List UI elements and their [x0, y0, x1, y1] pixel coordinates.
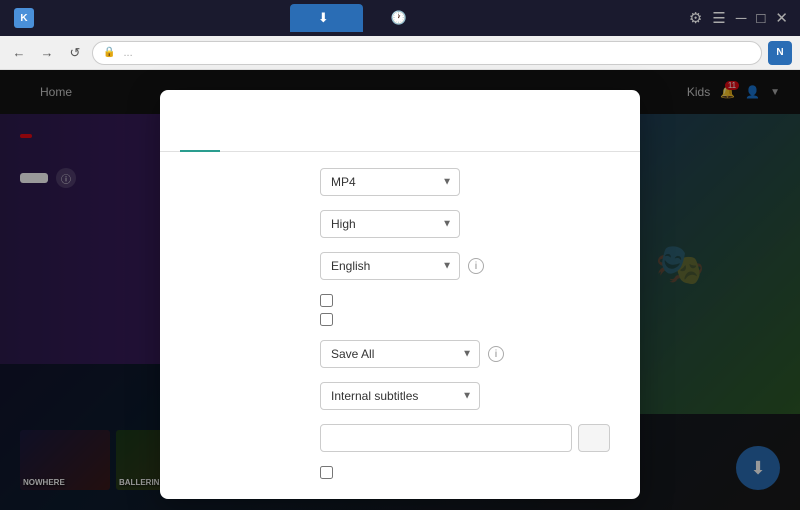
save-ad-row — [320, 294, 610, 307]
video-quality-row: High Medium Low ▼ — [190, 210, 610, 238]
forward-button[interactable]: → — [36, 42, 58, 64]
video-quality-select-wrapper: High Medium Low ▼ — [320, 210, 460, 238]
browse-folder-button[interactable] — [578, 424, 610, 452]
save-51-row — [320, 313, 610, 326]
netflix-extension-icon[interactable]: N — [768, 41, 792, 65]
output-path-display — [320, 424, 572, 452]
subtitle-language-select-wrapper: Save All English None ▼ — [320, 340, 480, 368]
save-subtitle-select[interactable]: Internal subtitles External subtitles No… — [320, 382, 480, 410]
titlebar-tab-library[interactable]: 🕐 — [363, 4, 441, 32]
video-quality-control: High Medium Low ▼ — [320, 210, 610, 238]
download-tab-icon: ⬇ — [318, 10, 329, 26]
audio-options-group — [190, 294, 610, 326]
audio-language-select[interactable]: English French Spanish — [320, 252, 460, 280]
output-folder-control — [320, 424, 610, 452]
tab-download-settings[interactable] — [180, 134, 220, 152]
titlebar-controls: ⚙ ☰ ─ □ ✕ — [677, 9, 800, 27]
video-format-select-wrapper: MP4 MKV ▼ — [320, 168, 460, 196]
audio-language-row: English French Spanish ▼ i — [190, 252, 610, 280]
subtitle-language-select[interactable]: Save All English None — [320, 340, 480, 368]
subtitle-language-info-icon[interactable]: i — [488, 346, 504, 362]
maximize-icon[interactable]: □ — [756, 10, 765, 27]
video-quality-select[interactable]: High Medium Low — [320, 210, 460, 238]
sleep-checkbox[interactable] — [320, 466, 333, 479]
save-subtitle-row: Internal subtitles External subtitles No… — [190, 382, 610, 410]
output-folder-row-inner — [320, 424, 610, 452]
menu-icon[interactable]: ☰ — [712, 9, 725, 27]
output-folder-row — [190, 424, 610, 452]
audio-language-control: English French Spanish ▼ i — [320, 252, 610, 280]
refresh-button[interactable]: ↺ — [64, 42, 86, 64]
save-51-checkbox[interactable] — [320, 313, 333, 326]
library-tab-icon: 🕐 — [391, 10, 407, 26]
app-titlebar: K ⬇ 🕐 ⚙ ☰ ─ □ ✕ — [0, 0, 800, 36]
save-subtitle-select-wrapper: Internal subtitles External subtitles No… — [320, 382, 480, 410]
dialog-close-button[interactable] — [600, 104, 620, 124]
dialog-tabs — [160, 124, 640, 152]
subtitle-language-row: Save All English None ▼ i — [190, 340, 610, 368]
dialog-overlay: MP4 MKV ▼ High Medium Low — [0, 70, 800, 510]
video-format-select[interactable]: MP4 MKV — [320, 168, 460, 196]
dialog-body: MP4 MKV ▼ High Medium Low — [160, 152, 640, 499]
video-format-control: MP4 MKV ▼ — [320, 168, 610, 196]
back-button[interactable]: ← — [8, 42, 30, 64]
dialog-header — [160, 90, 640, 124]
titlebar-tabs: ⬇ 🕐 — [54, 4, 677, 32]
settings-icon[interactable]: ⚙ — [689, 9, 702, 27]
browser-bar: ← → ↺ 🔒 ... N — [0, 36, 800, 70]
lock-icon: 🔒 — [103, 47, 115, 58]
audio-language-select-wrapper: English French Spanish ▼ — [320, 252, 460, 280]
audio-language-info-icon[interactable]: i — [468, 258, 484, 274]
sleep-row — [190, 466, 610, 479]
app-logo-icon: K — [14, 8, 34, 28]
save-subtitle-control: Internal subtitles External subtitles No… — [320, 382, 610, 410]
video-format-row: MP4 MKV ▼ — [190, 168, 610, 196]
tab-advanced[interactable] — [220, 134, 260, 152]
settings-dialog: MP4 MKV ▼ High Medium Low — [160, 90, 640, 499]
minimize-icon[interactable]: ─ — [736, 10, 747, 27]
app-logo: K — [0, 8, 54, 28]
titlebar-tab-download[interactable]: ⬇ — [290, 4, 363, 32]
subtitle-language-control: Save All English None ▼ i — [320, 340, 610, 368]
save-ad-checkbox[interactable] — [320, 294, 333, 307]
close-icon[interactable]: ✕ — [775, 9, 788, 27]
url-bar[interactable]: 🔒 ... — [92, 41, 762, 65]
